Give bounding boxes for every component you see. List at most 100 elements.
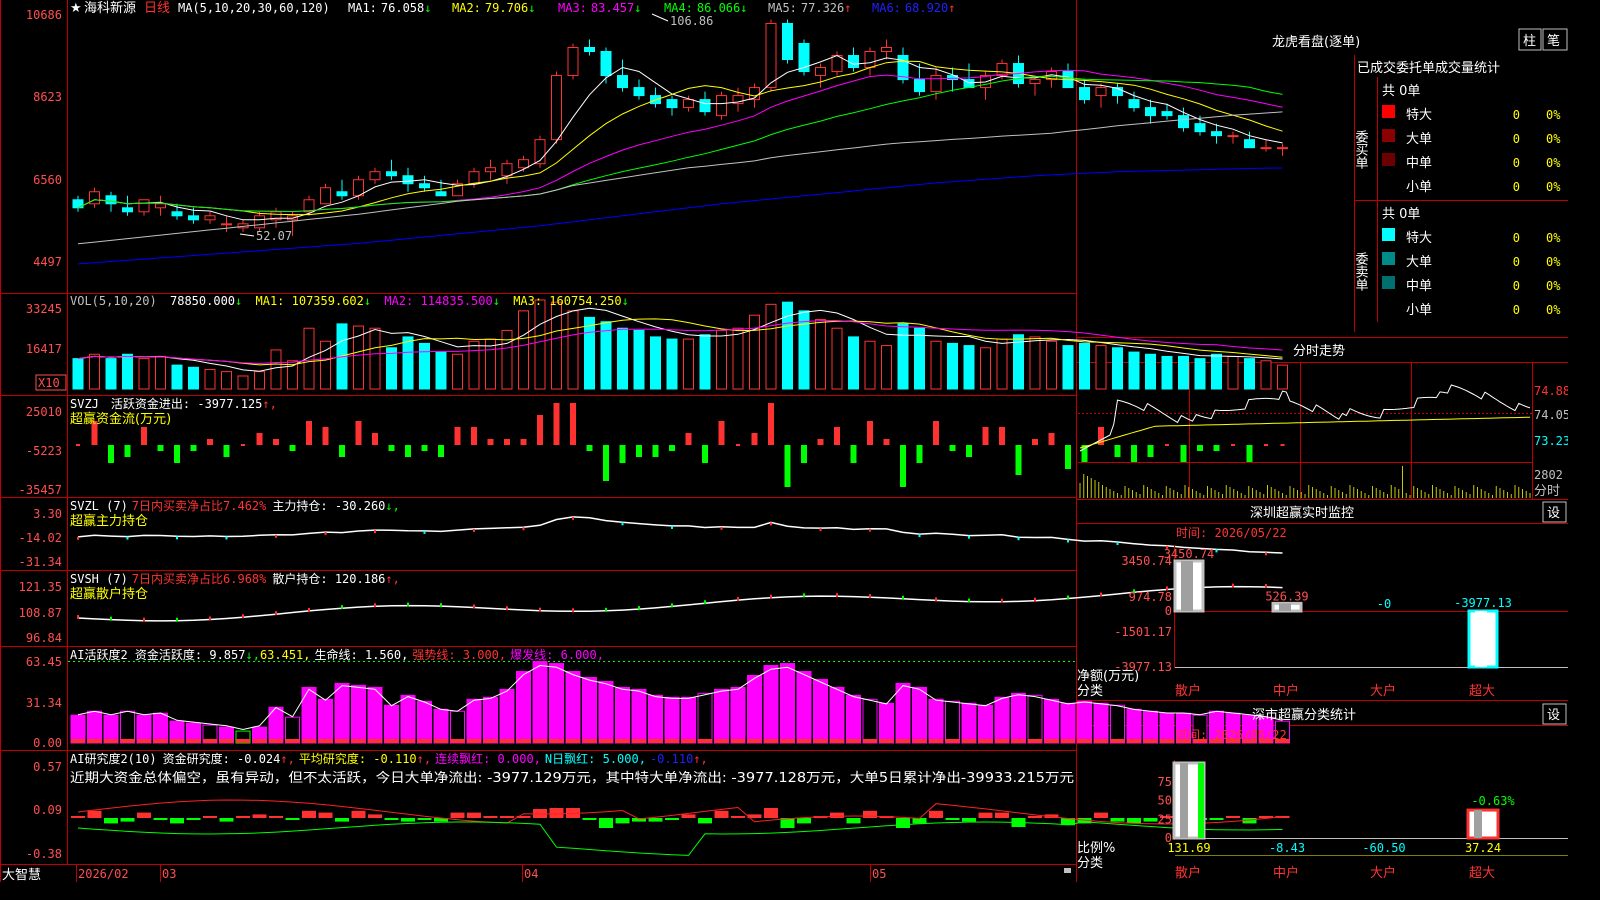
holding-tick	[869, 528, 871, 532]
activity-bar	[417, 700, 432, 744]
study-bar	[203, 816, 217, 818]
monitor-category: 大户	[1370, 683, 1396, 699]
study-bar	[1209, 818, 1224, 820]
candle-body	[1128, 99, 1140, 109]
activity-base	[599, 739, 613, 743]
candle-body	[1260, 147, 1272, 150]
activity-bar	[1143, 710, 1158, 744]
volume-bar	[1194, 358, 1206, 390]
ai2-tick: 0.00	[33, 736, 62, 750]
study-bar	[698, 818, 712, 824]
lhb-panel: 龙虎看盘(逐单) 柱 笔 已成交委托单成交量统计 委买单 委卖单 共 0单特大 0…	[1272, 28, 1568, 318]
flow-bar	[289, 445, 296, 451]
candle-body	[683, 99, 694, 109]
holding-tick	[819, 528, 822, 532]
classify-bar	[1466, 808, 1500, 840]
activity-base	[747, 739, 762, 743]
volume-bar	[1029, 336, 1041, 390]
svg-text:AI活跃度2 资金活跃度: 9.857↓,63.451,生命: AI活跃度2 资金活跃度: 9.857↓,63.451, 生命线: 1.560, 强…	[70, 647, 604, 662]
holding-tick	[473, 604, 475, 609]
activity-bar	[879, 702, 894, 744]
intraday-tick: 73.23	[1534, 434, 1568, 448]
high-mark: 106.86	[670, 14, 713, 28]
holding-tick	[737, 597, 739, 602]
activity-bar	[895, 682, 911, 744]
holding-tick	[77, 536, 79, 540]
flow-bar	[223, 445, 230, 457]
monitor-title: 深圳超赢实时监控	[1250, 505, 1354, 521]
holding-tick	[638, 606, 640, 611]
order-volume: 0	[1513, 108, 1520, 122]
flow-bar	[999, 427, 1005, 445]
flow-bar	[405, 445, 411, 457]
activity-base	[533, 739, 547, 743]
study-bar	[153, 818, 168, 820]
flow-bar	[124, 445, 131, 457]
activity-base	[632, 739, 646, 743]
classify-bar-shade	[1180, 763, 1188, 838]
activity-bar	[103, 714, 119, 744]
flow-bar	[1032, 439, 1038, 445]
holding-tick	[176, 536, 178, 540]
star-icon[interactable]: ★	[70, 1, 82, 16]
order-volume: 0	[1513, 132, 1520, 146]
classify-value: 37.24	[1465, 841, 1501, 855]
volume-bar	[435, 351, 447, 390]
volume-bar	[914, 327, 925, 390]
volume-bar	[138, 358, 150, 390]
volume-bar	[518, 310, 529, 390]
activity-bar	[70, 714, 86, 744]
volume-bar	[452, 353, 463, 390]
monitor-tick: 974.78	[1129, 590, 1172, 604]
order-pct: 0%	[1546, 279, 1561, 293]
candle-body	[1244, 139, 1255, 149]
order-volume: 0	[1513, 180, 1520, 194]
flow-bar	[1065, 445, 1071, 469]
activity-base	[780, 739, 795, 743]
activity-bar	[87, 710, 102, 744]
period-label[interactable]: 日线	[144, 1, 170, 16]
activity-bar	[961, 702, 977, 744]
activity-base	[995, 739, 1009, 743]
activity-bar	[532, 661, 548, 744]
activity-bar	[714, 688, 729, 744]
activity-base	[120, 739, 135, 743]
activity-bar	[483, 696, 498, 744]
candle-body	[716, 95, 727, 117]
classify-xlabel: 分类	[1077, 856, 1103, 871]
vol-header: VOL(5,10,20) 78850.000↓ MA1: 107359.602↓…	[70, 294, 629, 308]
candle-body	[666, 99, 678, 109]
svzj-y-axis: 25010 -5223 -35457	[19, 405, 62, 497]
activity-base	[401, 739, 415, 743]
activity-bar	[912, 686, 927, 744]
order-color-swatch	[1382, 177, 1395, 190]
activity-bar	[730, 686, 746, 744]
lock-icon[interactable]	[1064, 868, 1071, 873]
flow-bar	[867, 421, 873, 445]
vol-y-axis: 33245 16417 X10	[26, 302, 67, 391]
volume-bar	[947, 342, 958, 390]
volume-bar	[716, 329, 727, 390]
x-label: 03	[162, 867, 176, 881]
candle-body	[501, 163, 513, 177]
flow-bar	[1213, 445, 1220, 451]
candle-body	[336, 191, 348, 197]
intraday-avg-line	[1079, 416, 1531, 449]
flow-bar	[834, 427, 840, 445]
flow-bar	[438, 445, 444, 457]
holding-tick	[918, 534, 921, 538]
activity-base	[615, 739, 630, 743]
intraday-tick: 74.05	[1534, 408, 1568, 422]
holding-tick	[275, 611, 277, 616]
study-bar	[1028, 816, 1042, 818]
price-y-axis: 10686 8623 6560 4497	[26, 8, 62, 269]
holding-tick	[836, 593, 838, 598]
flow-tick	[76, 444, 80, 446]
activity-bar	[499, 688, 515, 744]
volume-bar	[270, 349, 282, 390]
volume-bar	[633, 329, 645, 390]
intraday-unit: 分时	[1534, 484, 1560, 499]
flow-bar	[1197, 445, 1203, 451]
candle-body	[1227, 135, 1239, 138]
holding-tick	[1017, 537, 1020, 541]
